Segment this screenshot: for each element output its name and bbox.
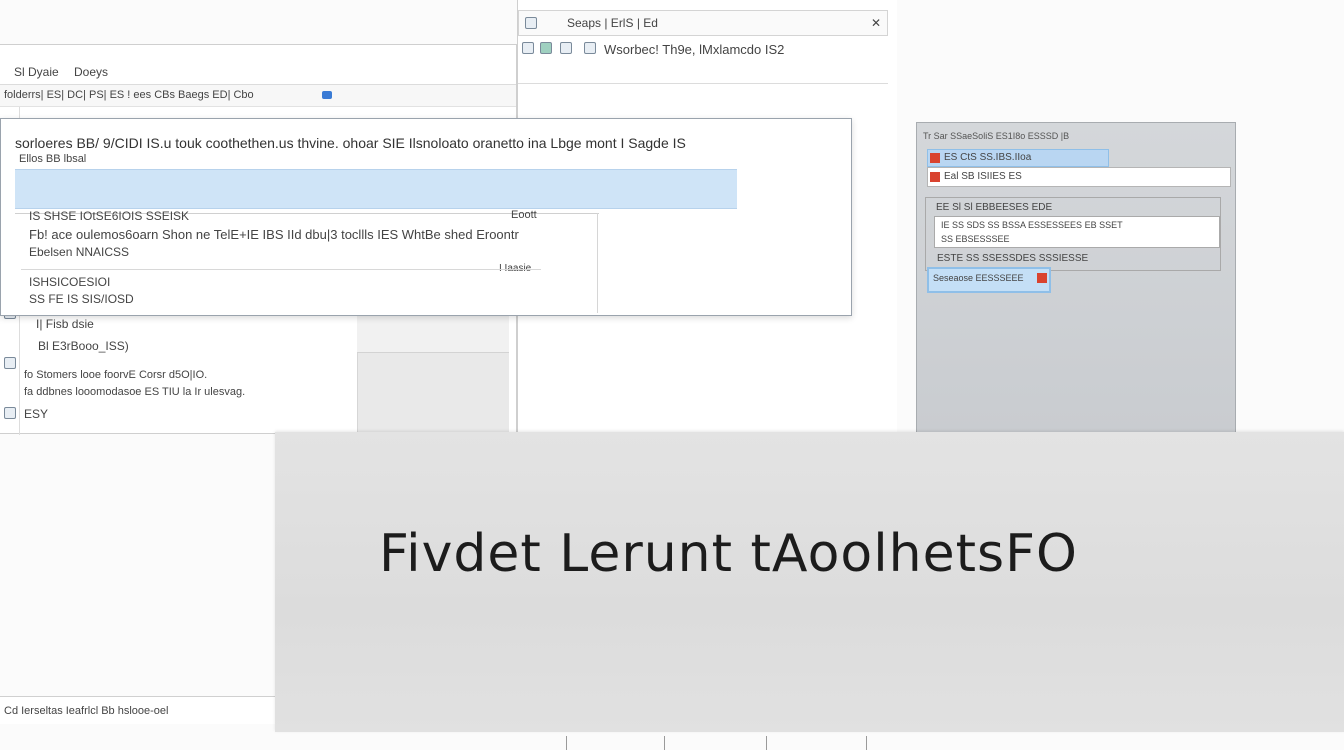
panel-group-field[interactable]: IE SS SDS SS BSSA ESSESSEES EB SSET SS E… — [934, 216, 1220, 248]
status-bar: Cd Ierseltas Ieafrlcl Bb hslooe-oel — [0, 696, 275, 724]
selected-row[interactable] — [15, 169, 737, 209]
nav-icon[interactable] — [560, 42, 572, 54]
panel-action-button[interactable]: Seseaose EESSSEEE — [927, 267, 1051, 293]
center-title: Seaps | ErlS | Ed — [567, 16, 658, 30]
folder-icon — [4, 407, 16, 419]
panel-input-text: Eal SB ISIIES ES — [944, 171, 1022, 182]
alert-icon — [1037, 273, 1047, 283]
dialog-row[interactable]: Ebelsen NNAICSS — [29, 245, 129, 259]
panel-group-text: SS EBSESSSEE — [941, 234, 1010, 244]
center-navbar: Wsorbec! Th9e, lMxlamcdo IS2 — [518, 36, 888, 84]
divider — [664, 736, 665, 750]
panel-footer: ESTE SS SSESSDES SSSIESSE — [937, 253, 1089, 264]
dialog-row[interactable]: IS SHSE IOtSE6IOIS SSEISK — [29, 209, 189, 223]
panel-header: Tr Sar SSaeSoliS ES1I8o ESSSD |B — [923, 131, 1070, 141]
nav-icon[interactable] — [522, 42, 534, 54]
toolbar-labels[interactable]: folderrs| ES| DC| PS| ES ! ees CBs Baegs… — [4, 89, 254, 101]
address-bar[interactable]: Wsorbec! Th9e, lMxlamcdo IS2 — [604, 42, 784, 57]
divider — [866, 736, 867, 750]
panel-group-text: IE SS SDS SS BSSA ESSESSEES EB SSET — [941, 220, 1123, 230]
nav-icon[interactable] — [584, 42, 596, 54]
panel-row[interactable]: ES CtS SS.IBS.IIoa — [927, 149, 1109, 167]
panel-group-title: EE Sl Sl EBBEESES EDE — [936, 202, 1053, 213]
tree-item[interactable]: fa ddbnes looomodasoe ES TIU la Ir ulesv… — [24, 386, 245, 398]
menu-bar: Sl Dyaie Doeys — [0, 59, 516, 85]
toolbar: folderrs| ES| DC| PS| ES ! ees CBs Baegs… — [0, 85, 516, 107]
tree-item[interactable]: ESY — [24, 407, 48, 421]
divider — [597, 213, 598, 313]
dialog-row[interactable]: Fb! ace oulemos6oarn Shon ne TelE+IE IBS… — [29, 227, 519, 242]
dialog-subtitle: Ellos BB lbsal — [19, 153, 87, 165]
close-icon[interactable]: ✕ — [871, 16, 881, 30]
dialog-row[interactable]: ISHSICOESIOI — [29, 275, 110, 289]
dialog-row[interactable]: SS FE IS SIS/IOSD — [29, 292, 134, 306]
dialog-window: sorloeres BB/ 9/CIDI IS.u touk coothethe… — [0, 118, 852, 316]
panel-row-text: ES CtS SS.IBS.IIoa — [944, 152, 1032, 163]
back-icon[interactable] — [525, 17, 537, 29]
title-banner: Fivdet Lerunt tAoolhetsFO — [275, 432, 1344, 732]
divider — [766, 736, 767, 750]
tree-item[interactable]: Bl E3rBooo_ISS) — [38, 339, 129, 353]
nav-icon[interactable] — [540, 42, 552, 54]
menu-item[interactable]: Sl Dyaie — [14, 65, 59, 79]
warning-icon — [930, 153, 940, 163]
dialog-title: sorloeres BB/ 9/CIDI IS.u touk coothethe… — [15, 135, 686, 151]
error-icon — [930, 172, 940, 182]
panel-button-label: Seseaose EESSSEEE — [933, 273, 1024, 283]
divider — [21, 269, 541, 270]
toolbar-blue-icon[interactable] — [322, 91, 332, 99]
tree-item[interactable]: fo Stomers looe foorvE Corsr d5O|IO. — [24, 369, 207, 381]
dialog-row-value: Eoott — [511, 209, 537, 221]
divider — [566, 736, 567, 750]
folder-icon — [4, 357, 16, 369]
status-text: Cd Ierseltas Ieafrlcl Bb hslooe-oel — [4, 705, 169, 717]
properties-panel: Tr Sar SSaeSoliS ES1I8o ESSSD |B ES CtS … — [916, 122, 1236, 434]
panel-input[interactable]: Eal SB ISIIES ES — [927, 167, 1231, 187]
banner-headline: Fivdet Lerunt tAoolhetsFO — [379, 524, 1078, 584]
center-titlebar: Seaps | ErlS | Ed ✕ — [518, 10, 888, 36]
menu-item[interactable]: Doeys — [74, 65, 108, 79]
tree-item[interactable]: I| Fisb dsie — [36, 317, 94, 331]
